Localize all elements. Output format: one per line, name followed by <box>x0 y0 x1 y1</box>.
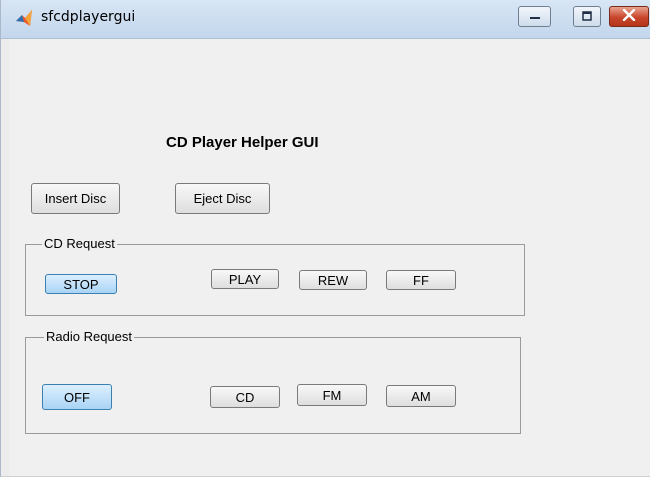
maximize-button[interactable] <box>573 6 601 27</box>
title-bar[interactable]: sfcdplayergui <box>1 0 650 39</box>
radio-request-label: Radio Request <box>44 329 134 344</box>
cd-play-button[interactable]: PLAY <box>211 269 279 289</box>
minimize-icon <box>529 8 541 26</box>
cd-ff-button[interactable]: FF <box>386 270 456 290</box>
cd-stop-button[interactable]: STOP <box>45 274 117 294</box>
close-button[interactable] <box>609 6 649 27</box>
close-icon <box>622 8 636 26</box>
eject-disc-button[interactable]: Eject Disc <box>175 183 270 214</box>
maximize-icon <box>581 8 593 26</box>
matlab-membrane-icon <box>15 9 34 28</box>
insert-disc-button[interactable]: Insert Disc <box>31 183 120 214</box>
minimize-button[interactable] <box>518 6 551 27</box>
radio-off-button[interactable]: OFF <box>42 384 112 410</box>
radio-fm-button[interactable]: FM <box>297 384 367 406</box>
gui-title: CD Player Helper GUI <box>166 134 319 151</box>
window-title: sfcdplayergui <box>41 9 136 25</box>
app-window: sfcdplayergui CD Player Helper GUI Inser… <box>0 0 650 477</box>
radio-cd-button[interactable]: CD <box>210 386 280 408</box>
cd-rew-button[interactable]: REW <box>299 270 367 290</box>
radio-am-button[interactable]: AM <box>386 385 456 407</box>
cd-request-label: CD Request <box>42 236 117 251</box>
